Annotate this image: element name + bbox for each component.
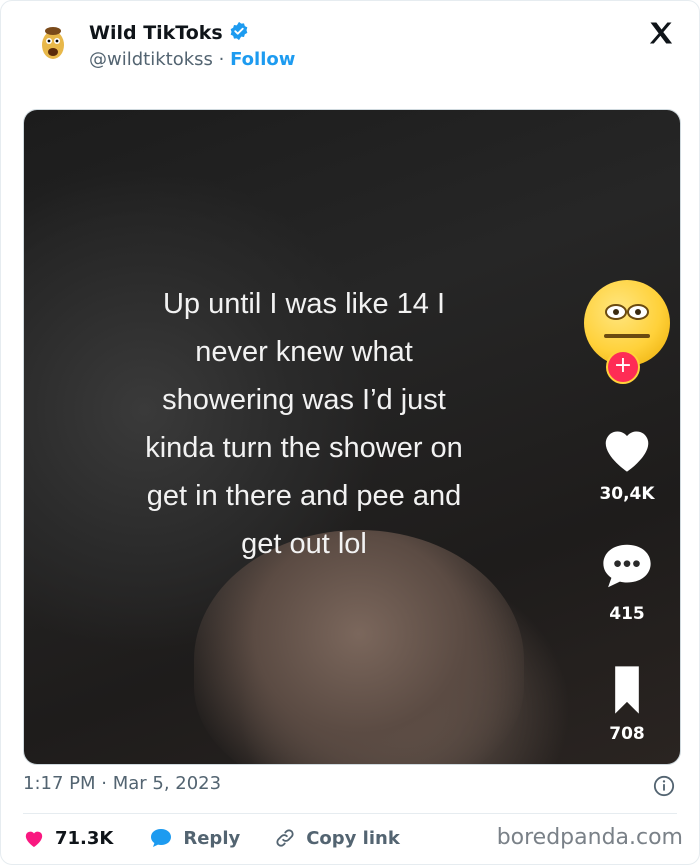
x-logo-icon[interactable] xyxy=(647,19,675,47)
caption-line: get in there and pee and xyxy=(146,480,462,512)
copy-link-label: Copy link xyxy=(306,827,400,849)
action-bar: 71.3K Reply Copy link xyxy=(23,823,400,853)
like-button[interactable]: 71.3K xyxy=(23,828,113,849)
reply-label: Reply xyxy=(183,827,241,849)
reply-icon xyxy=(151,829,172,847)
info-icon[interactable] xyxy=(653,775,675,797)
caption-line: get out lol xyxy=(241,528,367,560)
comment-icon[interactable] xyxy=(598,540,656,592)
avatar[interactable] xyxy=(31,21,75,65)
caption-line: Up until I was like 14 I xyxy=(162,288,446,320)
separator: · xyxy=(218,49,225,70)
heart-icon xyxy=(25,831,43,848)
author-row: Wild TikToks xyxy=(89,21,249,45)
follow-button[interactable]: Follow xyxy=(230,49,295,70)
divider xyxy=(23,813,677,814)
heart-icon[interactable] xyxy=(598,422,656,474)
verified-badge-icon xyxy=(229,21,249,45)
video-caption: Up until I was like 14 I never knew what… xyxy=(94,280,514,568)
caption-line: showering was I’d just xyxy=(162,384,446,416)
comment-count: 415 xyxy=(609,604,645,624)
video-thumbnail[interactable]: Up until I was like 14 I never knew what… xyxy=(23,109,681,765)
caption-line: kinda turn the shower on xyxy=(145,432,463,464)
author-handle[interactable]: @wildtiktokss xyxy=(89,49,213,70)
watermark: boredpanda.com xyxy=(496,825,683,850)
tweet-timestamp[interactable]: 1:17 PM · Mar 5, 2023 xyxy=(23,773,221,794)
caption-line: never knew what xyxy=(195,336,413,368)
emoji-mouth xyxy=(604,334,650,338)
bookmark-icon[interactable] xyxy=(598,664,656,716)
like-count-label: 71.3K xyxy=(55,827,114,849)
follow-plus-icon[interactable]: + xyxy=(606,350,640,384)
like-count: 30,4K xyxy=(599,484,655,504)
author-name[interactable]: Wild TikToks xyxy=(89,22,223,44)
link-icon xyxy=(276,829,294,847)
handle-row: @wildtiktokss · Follow xyxy=(89,49,295,70)
tweet-card: Wild TikToks @wildtiktokss · Follow Up u… xyxy=(0,0,700,865)
save-count: 708 xyxy=(609,724,645,744)
reply-button[interactable]: Reply xyxy=(149,827,240,849)
copy-link-button[interactable]: Copy link xyxy=(274,827,400,849)
